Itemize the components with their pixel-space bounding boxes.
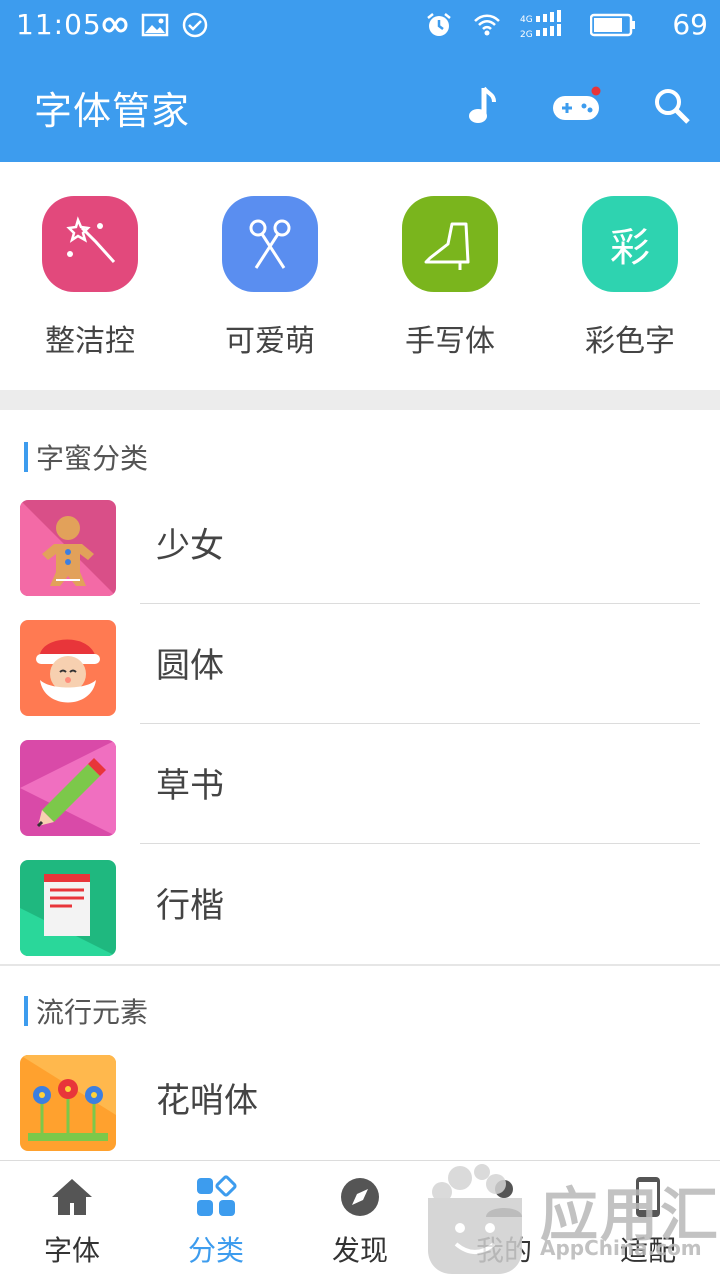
notepad-icon (20, 860, 116, 956)
quick-category-label: 整洁控 (45, 324, 135, 359)
list-item-label: 花哨体 (156, 1081, 258, 1121)
section-accent-bar (24, 442, 28, 472)
search-icon (655, 89, 690, 124)
image-icon (141, 13, 169, 37)
quick-category-label: 彩色字 (585, 324, 675, 359)
magic-wand-icon (42, 196, 138, 292)
section-header: 流行元素 (24, 994, 149, 1029)
app-toolbar: 字体管家 (0, 50, 720, 162)
status-bar: 11:05 4G 2G 69 (0, 0, 720, 50)
nav-tab-fonts[interactable]: 字体 (12, 1175, 132, 1269)
cai-character-icon: 彩 (582, 196, 678, 292)
alarm-icon (427, 13, 451, 36)
scissors-icon (222, 196, 318, 292)
list-item-label: 圆体 (156, 646, 224, 686)
app-title: 字体管家 (34, 89, 191, 133)
svg-text:4G: 4G (520, 15, 533, 25)
section-divider (0, 964, 720, 966)
nav-tab-label: 分类 (187, 1234, 244, 1267)
high-heel-icon (402, 196, 498, 292)
check-circle-icon (182, 12, 208, 38)
section-title: 流行元素 (36, 996, 149, 1029)
flowers-icon (20, 1055, 116, 1151)
music-button[interactable] (456, 80, 508, 132)
appchina-watermark: 应用汇 AppChina.com (420, 1158, 720, 1280)
quick-category-label: 可爱萌 (225, 324, 315, 359)
home-icon (52, 1179, 92, 1215)
quick-category-tidy[interactable]: 整洁控 (20, 196, 160, 360)
signal-icon: 4G 2G (520, 10, 561, 40)
section-header: 字蜜分类 (24, 440, 149, 475)
list-item-label: 少女 (156, 526, 224, 566)
game-button[interactable] (550, 80, 602, 132)
battery-level: 69 (672, 8, 708, 41)
nav-tab-discover[interactable]: 发现 (300, 1175, 420, 1269)
list-item[interactable]: 花哨体 (0, 1039, 720, 1159)
status-time: 11:05 (16, 8, 102, 41)
list-item[interactable]: 少女 (0, 484, 720, 604)
list-item-label: 行楷 (156, 886, 224, 926)
infinity-icon (102, 17, 128, 33)
nav-tab-category[interactable]: 分类 (156, 1175, 276, 1269)
quick-category-handwriting[interactable]: 手写体 (380, 196, 520, 360)
list-item-label: 草书 (156, 766, 224, 806)
search-button[interactable] (646, 80, 698, 132)
status-system-icons: 4G 2G (424, 10, 636, 40)
nav-tab-label: 发现 (331, 1234, 388, 1267)
section-title: 字蜜分类 (36, 442, 149, 475)
santa-icon (20, 620, 116, 716)
gingerbread-icon (20, 500, 116, 596)
gamepad-icon (553, 86, 601, 120)
list-item[interactable]: 草书 (0, 724, 720, 844)
quick-category-cute[interactable]: 可爱萌 (200, 196, 340, 360)
quick-category-label: 手写体 (405, 324, 495, 359)
status-notification-icons (100, 10, 210, 40)
svg-text:2G: 2G (520, 30, 533, 40)
nav-tab-label: 字体 (43, 1234, 100, 1267)
category-grid-icon (197, 1175, 237, 1216)
list-item[interactable]: 行楷 (0, 844, 720, 964)
list-item[interactable]: 圆体 (0, 604, 720, 724)
wifi-icon (474, 14, 500, 36)
watermark-logo-icon (428, 1164, 522, 1274)
section-accent-bar (24, 996, 28, 1026)
pencil-icon (20, 740, 116, 836)
battery-icon (590, 13, 635, 37)
compass-icon (341, 1178, 379, 1216)
watermark-subtext: AppChina.com (540, 1236, 702, 1260)
quick-category-row: 整洁控 可爱萌 手写体 彩 彩色字 (0, 162, 720, 390)
music-note-icon (469, 86, 496, 123)
quick-category-color[interactable]: 彩 彩色字 (560, 196, 700, 360)
section-separator (0, 390, 720, 410)
